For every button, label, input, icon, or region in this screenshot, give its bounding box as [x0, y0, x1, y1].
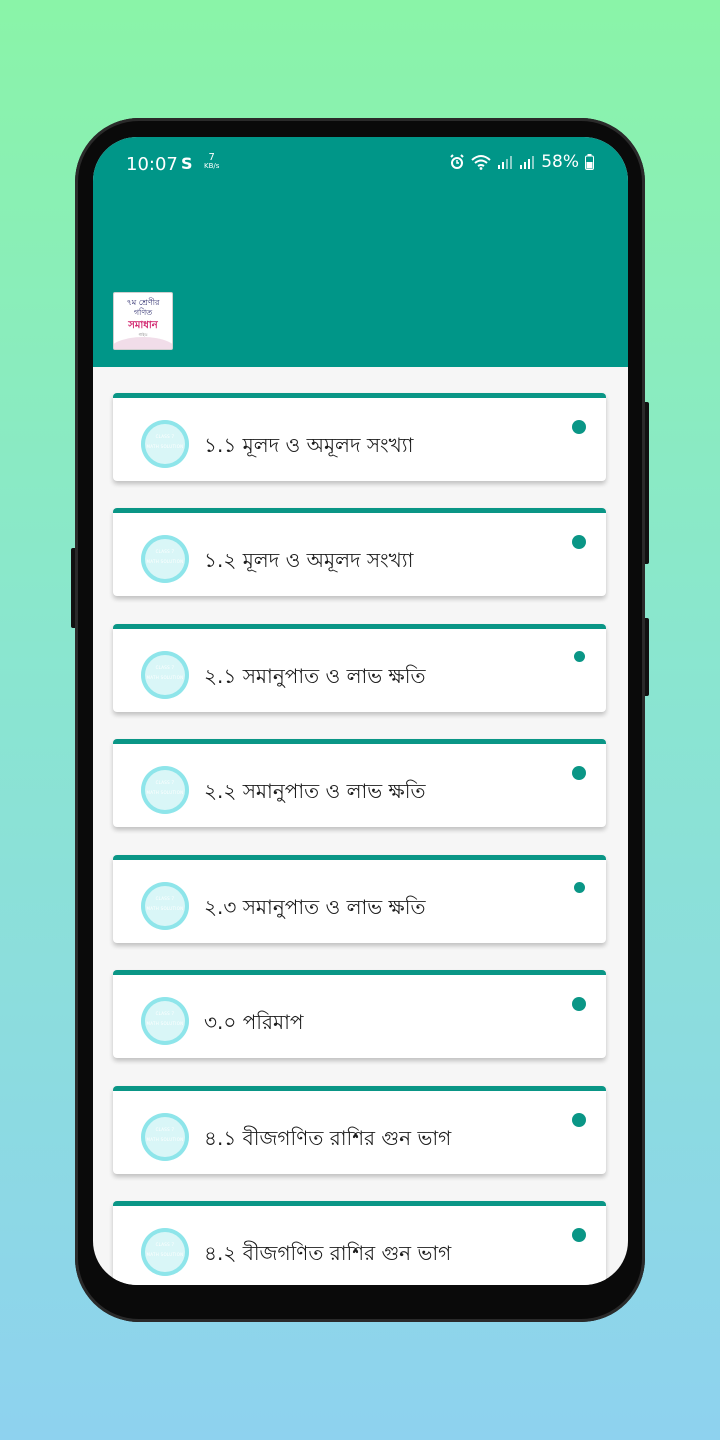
- class-badge-icon: CLASS 7 MATH SOLUTION: [141, 882, 189, 930]
- alarm-icon: [450, 154, 464, 169]
- class-badge-icon: CLASS 7 MATH SOLUTION: [141, 1113, 189, 1161]
- battery-icon: [585, 154, 594, 170]
- status-bar: 10:07 S 7 KB/s 58%: [93, 137, 628, 193]
- battery-level: 58%: [541, 152, 579, 172]
- app-screen: 10:07 S 7 KB/s 58% ৭ম শ্রেণীর গণিত সমাধা…: [93, 137, 628, 1285]
- badge-line-1: CLASS 7: [155, 665, 175, 670]
- class-badge-icon: CLASS 7 MATH SOLUTION: [141, 997, 189, 1045]
- badge-line-1: CLASS 7: [155, 434, 175, 439]
- logo-line-2: গণিত: [133, 308, 153, 317]
- chapter-label: ৪.১ বীজগণিত রাশির গুন ভাগ: [204, 1126, 452, 1150]
- indicator-dot-icon: [572, 1228, 586, 1242]
- badge-line-1: CLASS 7: [155, 1127, 175, 1132]
- app-logo: ৭ম শ্রেণীর গণিত সমাধান গাইড: [113, 292, 173, 350]
- badge-line-2: MATH SOLUTION: [146, 906, 184, 911]
- indicator-dot-icon: [574, 651, 585, 662]
- network-speed: 7 KB/s: [204, 153, 219, 171]
- chapter-label: ১.১ মূলদ ও অমূলদ সংখ্যা: [204, 433, 414, 457]
- indicator-dot-icon: [572, 420, 586, 434]
- chapter-card[interactable]: CLASS 7 MATH SOLUTION ১.২ মূলদ ও অমূলদ স…: [113, 508, 606, 596]
- badge-line-2: MATH SOLUTION: [146, 790, 184, 795]
- chapter-label: ১.২ মূলদ ও অমূলদ সংখ্যা: [204, 548, 414, 572]
- badge-line-2: MATH SOLUTION: [146, 444, 184, 449]
- badge-line-2: MATH SOLUTION: [146, 1137, 184, 1142]
- class-badge-icon: CLASS 7 MATH SOLUTION: [141, 1228, 189, 1276]
- badge-line-2: MATH SOLUTION: [146, 1252, 184, 1257]
- sync-icon: S: [181, 154, 193, 173]
- wifi-icon: [471, 155, 491, 170]
- chapter-label: ২.১ সমানুপাত ও লাভ ক্ষতি: [204, 664, 426, 688]
- badge-line-2: MATH SOLUTION: [146, 1021, 184, 1026]
- badge-line-1: CLASS 7: [155, 1242, 175, 1247]
- chapter-card[interactable]: CLASS 7 MATH SOLUTION ৪.১ বীজগণিত রাশির …: [113, 1086, 606, 1174]
- class-badge-icon: CLASS 7 MATH SOLUTION: [141, 651, 189, 699]
- signal-icon: [498, 156, 513, 169]
- indicator-dot-icon: [572, 766, 586, 780]
- status-icons: 58%: [449, 152, 594, 172]
- status-time: 10:07: [126, 154, 178, 175]
- indicator-dot-icon: [574, 882, 585, 893]
- network-speed-unit: KB/s: [204, 162, 220, 170]
- logo-line-1: ৭ম শ্রেণীর: [126, 298, 160, 307]
- chapter-label: ২.৩ সমানুপাত ও লাভ ক্ষতি: [204, 895, 426, 919]
- indicator-dot-icon: [572, 1113, 586, 1127]
- class-badge-icon: CLASS 7 MATH SOLUTION: [141, 766, 189, 814]
- chapter-label: ২.২ সমানুপাত ও লাভ ক্ষতি: [204, 779, 426, 803]
- logo-line-3: সমাধান: [128, 320, 158, 331]
- badge-line-2: MATH SOLUTION: [146, 675, 184, 680]
- chapter-card[interactable]: CLASS 7 MATH SOLUTION ২.২ সমানুপাত ও লাভ…: [113, 739, 606, 827]
- badge-line-1: CLASS 7: [155, 1011, 175, 1016]
- indicator-dot-icon: [572, 535, 586, 549]
- chapter-label: ৪.২ বীজগণিত রাশির গুন ভাগ: [204, 1241, 452, 1265]
- badge-line-1: CLASS 7: [155, 780, 175, 785]
- logo-wave-decoration: [114, 337, 172, 349]
- badge-line-1: CLASS 7: [155, 549, 175, 554]
- badge-line-2: MATH SOLUTION: [146, 559, 184, 564]
- signal-icon-2: [520, 156, 535, 169]
- chapter-card[interactable]: CLASS 7 MATH SOLUTION ১.১ মূলদ ও অমূলদ স…: [113, 393, 606, 481]
- chapter-card[interactable]: CLASS 7 MATH SOLUTION ৩.০ পরিমাপ: [113, 970, 606, 1058]
- class-badge-icon: CLASS 7 MATH SOLUTION: [141, 420, 189, 468]
- class-badge-icon: CLASS 7 MATH SOLUTION: [141, 535, 189, 583]
- app-header: 10:07 S 7 KB/s 58% ৭ম শ্রেণীর গণিত সমাধা…: [93, 137, 628, 367]
- chapter-label: ৩.০ পরিমাপ: [204, 1010, 304, 1034]
- chapter-card[interactable]: CLASS 7 MATH SOLUTION ২.৩ সমানুপাত ও লাভ…: [113, 855, 606, 943]
- indicator-dot-icon: [572, 997, 586, 1011]
- badge-line-1: CLASS 7: [155, 896, 175, 901]
- chapter-card[interactable]: CLASS 7 MATH SOLUTION ৪.২ বীজগণিত রাশির …: [113, 1201, 606, 1285]
- chapter-card[interactable]: CLASS 7 MATH SOLUTION ২.১ সমানুপাত ও লাভ…: [113, 624, 606, 712]
